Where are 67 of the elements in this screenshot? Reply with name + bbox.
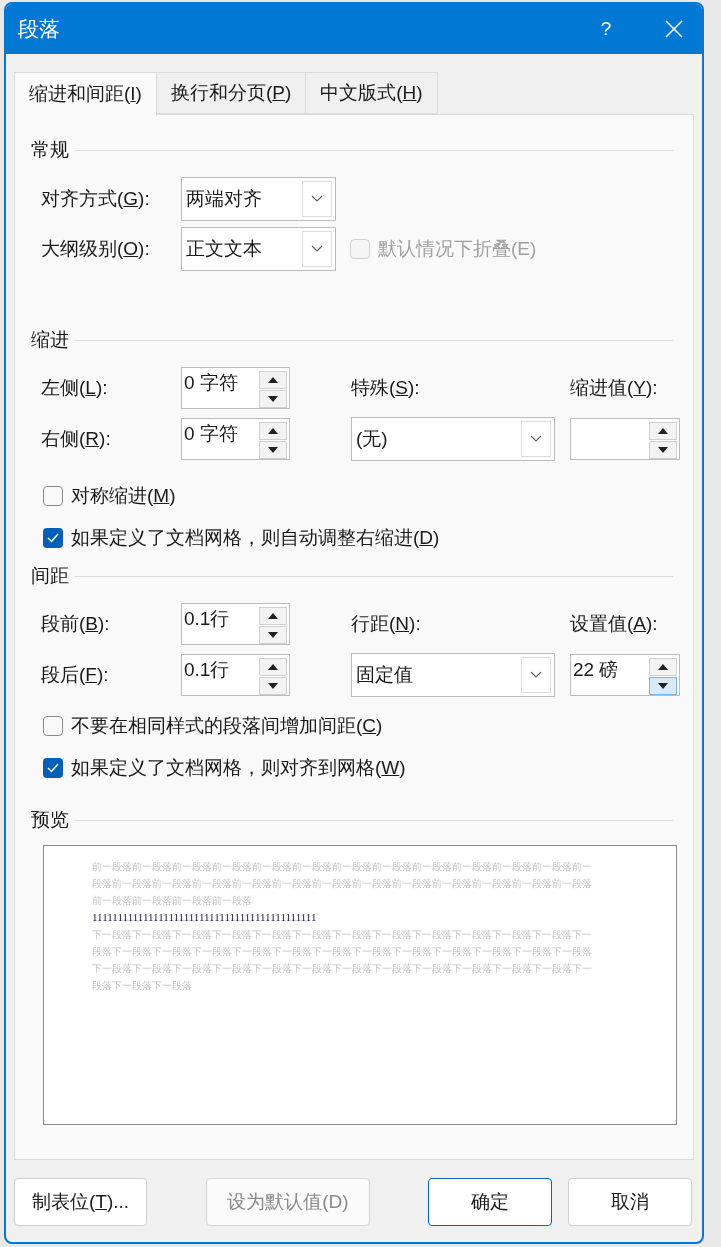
triangle-down-icon: [268, 396, 278, 402]
triangle-down-icon: [268, 683, 278, 689]
triangle-down-icon: [658, 683, 668, 689]
dialog-button[interactable]: 确定: [428, 1178, 552, 1226]
preview-text: 11111111111111111111111111111111111111111111: [92, 910, 318, 925]
dropdown[interactable]: 两端对齐: [181, 177, 336, 221]
spin-down-button[interactable]: [649, 441, 677, 459]
checkbox[interactable]: [43, 528, 63, 548]
spin-up-button[interactable]: [259, 422, 287, 440]
triangle-down-icon: [658, 447, 668, 453]
spin-up-button[interactable]: [259, 607, 287, 625]
spin-down-button[interactable]: [259, 390, 287, 408]
checkbox-label: 如果定义了文档网格，则对齐到网格(W): [71, 755, 406, 780]
spin-down-button[interactable]: [259, 677, 287, 695]
triangle-up-icon: [268, 428, 278, 434]
field-label: 行距(N):: [351, 612, 421, 634]
spin-down-button[interactable]: [259, 626, 287, 644]
field-label: 特殊(S):: [351, 376, 420, 398]
field-label: 右侧(R):: [41, 427, 111, 449]
checkbox-label: 如果定义了文档网格，则自动调整右缩进(D): [71, 525, 440, 550]
chevron-down-icon: [311, 245, 323, 253]
spin-down-button[interactable]: [649, 677, 677, 695]
spin-up-button[interactable]: [259, 371, 287, 389]
field-label: 段后(F):: [41, 663, 109, 685]
dropdown[interactable]: (无): [351, 417, 555, 461]
spin-up-button[interactable]: [649, 658, 677, 676]
triangle-up-icon: [658, 428, 668, 434]
dialog-button[interactable]: 制表位(T)...: [14, 1178, 147, 1226]
triangle-up-icon: [658, 664, 668, 670]
checkbox[interactable]: [43, 758, 63, 778]
triangle-down-icon: [268, 632, 278, 638]
tab[interactable]: 中文版式(H): [305, 72, 438, 114]
triangle-up-icon: [268, 377, 278, 383]
field-label: 缩进值(Y):: [570, 376, 658, 398]
dropdown[interactable]: 固定值: [351, 653, 555, 697]
chevron-down-icon: [311, 195, 323, 203]
triangle-up-icon: [268, 664, 278, 670]
spin-up-button[interactable]: [259, 658, 287, 676]
chevron-down-icon: [530, 435, 542, 443]
section-heading: 预览: [31, 807, 69, 832]
tab[interactable]: 缩进和间距(I): [14, 72, 157, 116]
spin-down-button[interactable]: [259, 441, 287, 459]
field-label: 大纲级别(O):: [41, 237, 150, 259]
checkbox-label: 对称缩进(M): [71, 483, 176, 508]
checkbox[interactable]: [43, 716, 63, 736]
spin-up-button[interactable]: [649, 422, 677, 440]
field-label: 左侧(L):: [41, 376, 108, 398]
chevron-down-icon: [530, 671, 542, 679]
field-label: 设置值(A):: [570, 612, 658, 634]
checkmark-icon: [47, 763, 59, 773]
checkmark-icon: [47, 533, 59, 543]
dropdown[interactable]: 正文文本: [181, 227, 336, 271]
checkbox-label: 不要在相同样式的段落间增加间距(C): [71, 713, 383, 738]
section-heading: 常规: [31, 137, 69, 162]
section-heading: 间距: [31, 563, 69, 588]
checkbox-label: 默认情况下折叠(E): [378, 236, 537, 261]
close-icon: [665, 20, 683, 38]
tab[interactable]: 换行和分页(P): [155, 72, 307, 114]
checkbox[interactable]: [43, 486, 63, 506]
triangle-up-icon: [268, 613, 278, 619]
field-label: 段前(B):: [41, 612, 110, 634]
field-label: 对齐方式(G):: [41, 187, 150, 209]
dialog-button[interactable]: 取消: [568, 1178, 692, 1226]
section-heading: 缩进: [31, 327, 69, 352]
triangle-down-icon: [268, 447, 278, 453]
help-button[interactable]: ?: [586, 9, 626, 49]
window-title: 段落: [18, 16, 61, 43]
